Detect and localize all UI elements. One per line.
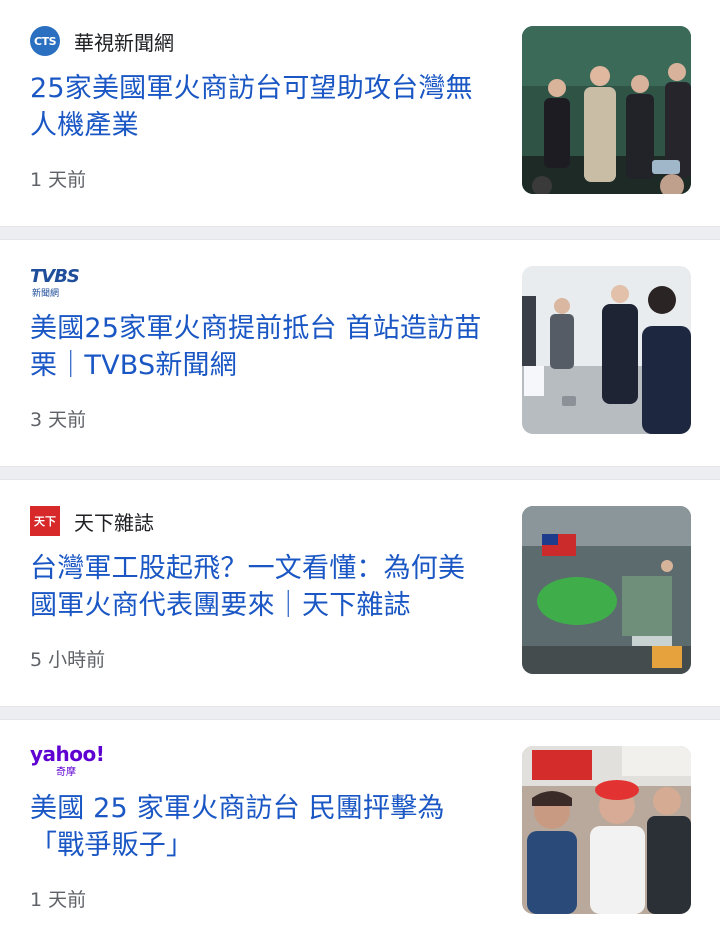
officials-meeting-photo (522, 266, 691, 434)
yahoo-logo-icon: yahoo! 奇摩 (30, 742, 105, 778)
news-card[interactable]: yahoo! 奇摩 美國 25 家軍火商訪台 民團抨擊為「戰爭販子」 1 天前 (0, 720, 720, 937)
news-source: yahoo! 奇摩 (30, 742, 105, 778)
news-headline[interactable]: 美國25家軍火商提前抵台 首站造訪苗栗｜TVBS新聞網 (30, 310, 490, 384)
card-divider (0, 706, 720, 720)
news-thumbnail[interactable] (522, 746, 691, 914)
news-thumbnail[interactable] (522, 266, 691, 434)
news-feed: CTS 華視新聞網 25家美國軍火商訪台可望助攻台灣無人機產業 1 天前 TVB… (0, 0, 720, 937)
cts-logo-icon: CTS (30, 26, 60, 56)
news-time: 3 天前 (30, 409, 87, 431)
news-card[interactable]: 天下 天下雜誌 台灣軍工股起飛？一文看懂：為何美國軍火商代表團要來｜天下雜誌 5… (0, 480, 720, 706)
logo-text: TVBS (30, 266, 80, 287)
card-divider (0, 466, 720, 480)
news-source: CTS 華視新聞網 (30, 26, 174, 56)
news-card[interactable]: CTS 華視新聞網 25家美國軍火商訪台可望助攻台灣無人機產業 1 天前 (0, 0, 720, 226)
protest-crowd-photo (522, 746, 691, 914)
logo-text: CTS (34, 34, 57, 48)
news-time: 1 天前 (30, 889, 87, 911)
logo-subtext: 奇摩 (56, 767, 76, 778)
news-time: 1 天前 (30, 169, 87, 191)
commonwealth-logo-icon: 天下 (30, 506, 60, 536)
news-thumbnail[interactable] (522, 506, 691, 674)
card-divider (0, 226, 720, 240)
news-source: TVBS 新聞網 (30, 266, 88, 299)
news-source: 天下 天下雜誌 (30, 506, 154, 536)
factory-floor-photo (522, 506, 691, 674)
news-headline[interactable]: 美國 25 家軍火商訪台 民團抨擊為「戰爭販子」 (30, 790, 490, 864)
logo-text: 天下 (34, 515, 56, 528)
men-in-suits-thumbs-up-photo (522, 26, 691, 194)
news-headline[interactable]: 台灣軍工股起飛？一文看懂：為何美國軍火商代表團要來｜天下雜誌 (30, 550, 490, 624)
news-card[interactable]: TVBS 新聞網 美國25家軍火商提前抵台 首站造訪苗栗｜TVBS新聞網 3 天… (0, 240, 720, 466)
logo-subtext: 新聞網 (32, 289, 60, 299)
news-headline[interactable]: 25家美國軍火商訪台可望助攻台灣無人機產業 (30, 70, 490, 144)
source-name: 天下雜誌 (74, 510, 154, 535)
news-time: 5 小時前 (30, 649, 106, 671)
source-name: 華視新聞網 (74, 30, 174, 55)
news-thumbnail[interactable] (522, 26, 691, 194)
tvbs-logo-icon: TVBS 新聞網 (30, 266, 88, 299)
